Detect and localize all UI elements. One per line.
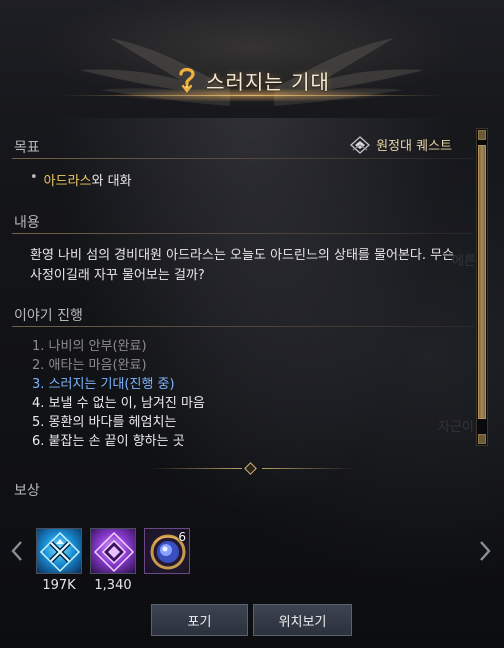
story-step: 3. 스러지는 기대(진행 중) [32, 377, 175, 392]
chevron-right-icon[interactable] [478, 540, 492, 562]
orb-icon[interactable]: 6 [144, 528, 190, 574]
purple-crest-icon[interactable] [90, 528, 136, 574]
divider [12, 233, 474, 234]
quest-header: 스러지는 기대 [0, 0, 504, 118]
divider [12, 326, 474, 327]
reward-value: 1,340 [94, 578, 132, 593]
divider [12, 158, 474, 159]
ornament-line [262, 468, 354, 469]
abandon-button[interactable]: 포기 [151, 604, 248, 636]
locate-button[interactable]: 위치보기 [253, 604, 352, 636]
goal-npc-name: 아드라스 [43, 174, 92, 189]
goal-section-label: 목표 [14, 140, 40, 156]
scroll-down-button[interactable] [478, 434, 486, 444]
reward-list: 197K 1,340 6 [36, 528, 190, 593]
title-underline [60, 95, 444, 96]
ornament-diamond [244, 462, 257, 475]
quest-type-label: 원정대 퀘스트 [376, 139, 452, 154]
quest-description: 환영 나비 섬의 경비대원 아드라스는 오늘도 아드린느의 상태를 물어본다. … [30, 248, 455, 283]
bullet: • [30, 170, 38, 185]
content-section-label: 내용 [14, 215, 40, 231]
reward-value: 197K [42, 578, 76, 593]
section-ornament [150, 462, 354, 475]
story-step: 2. 애타는 마음(완료) [32, 358, 147, 373]
story-section-label: 이야기 진행 [14, 308, 83, 324]
scrollbar[interactable] [476, 128, 488, 446]
reward-item[interactable]: 1,340 [90, 528, 136, 593]
expedition-emblem-icon [350, 135, 371, 154]
background-label: 에른 [452, 254, 476, 269]
chevron-left-icon[interactable] [10, 540, 24, 562]
story-step: 6. 붙잡는 손 끝이 향하는 곳 [32, 434, 185, 449]
story-progress-list: 1. 나비의 안부(완료) 2. 애타는 마음(완료) 3. 스러지는 기대(진… [32, 337, 205, 451]
quest-type: 원정대 퀘스트 [350, 135, 452, 154]
reward-item[interactable]: 197K [36, 528, 82, 593]
background-label: 자근이 [438, 420, 474, 435]
reward-section-label: 보상 [14, 483, 40, 499]
ornament-line [150, 468, 242, 469]
scroll-thumb[interactable] [478, 145, 486, 419]
goal-action: 와 대화 [91, 174, 132, 189]
goal-item: • 아드라스와 대화 [30, 170, 132, 189]
story-step: 4. 보낼 수 없는 이, 남겨진 마음 [32, 396, 205, 411]
reward-item[interactable]: 6 [144, 528, 190, 593]
story-step: 5. 몽환의 바다를 헤엄치는 [32, 415, 177, 430]
reward-count: 6 [178, 530, 186, 544]
quest-panel: 스러지는 기대 목표 원정대 퀘스트 • 아드라스와 대화 내용 환영 나비 섬… [0, 0, 504, 648]
story-step: 1. 나비의 안부(완료) [32, 339, 147, 354]
scroll-up-button[interactable] [478, 130, 486, 140]
blue-crest-icon[interactable] [36, 528, 82, 574]
